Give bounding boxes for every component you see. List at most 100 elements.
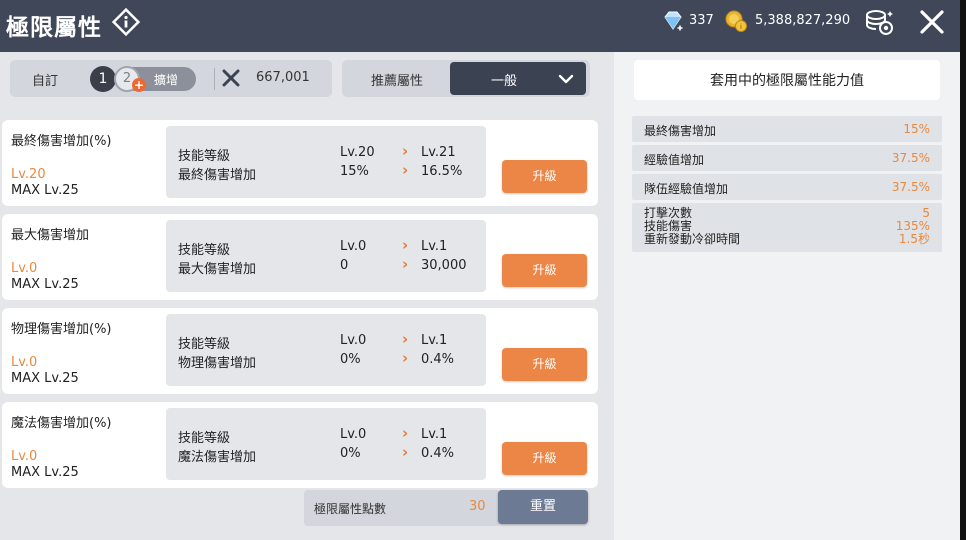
top-bar: 極限屬性 337 i 5,388,827,290 — [0, 0, 960, 52]
chevron-right-icon: › — [402, 161, 409, 179]
attribute-card-physical-damage: 物理傷害增加(%) Lv.0 MAX Lv.25 技能等級 Lv.0 › Lv.… — [2, 308, 598, 394]
svg-text:i: i — [740, 23, 742, 31]
gem-count: 337 — [689, 13, 714, 28]
stat-label: 隊伍經驗值增加 — [644, 182, 729, 196]
attribute-max-level: MAX Lv.25 — [11, 371, 79, 386]
current-value: Lv.0 — [340, 427, 367, 442]
attribute-panel: 自訂 1 2 + 擴增 667,001 推薦屬性 一般 最終傷害增加(%) Lv… — [0, 52, 614, 540]
recommend-selector: 推薦屬性 一般 — [342, 60, 590, 97]
next-value: 0.4% — [421, 446, 455, 461]
next-value: 0.4% — [421, 352, 455, 367]
attribute-card-magic-damage: 魔法傷害增加(%) Lv.0 MAX Lv.25 技能等級 Lv.0 › Lv.… — [2, 402, 598, 488]
attribute-name: 最終傷害增加(%) — [11, 134, 112, 149]
chevron-right-icon: › — [402, 255, 409, 273]
close-icon[interactable] — [918, 8, 946, 36]
stat-preview: 技能等級 Lv.0 › Lv.1 物理傷害增加 0% › 0.4% — [166, 314, 486, 386]
attribute-points: 極限屬性點數 30 — [304, 490, 500, 526]
attribute-level: Lv.0 — [11, 355, 38, 370]
attribute-level: Lv.20 — [11, 167, 46, 182]
coin-stack-icon[interactable] — [862, 5, 896, 39]
current-value: Lv.0 — [340, 333, 367, 348]
attribute-name: 物理傷害增加(%) — [11, 322, 112, 337]
reset-button[interactable]: 重置 — [498, 490, 588, 524]
chevron-right-icon: › — [402, 443, 409, 461]
attribute-level: Lv.0 — [11, 261, 38, 276]
attribute-name: 魔法傷害增加(%) — [11, 416, 112, 431]
applied-stats-header: 套用中的極限屬性能力值 — [634, 60, 940, 100]
applied-stats-panel: 套用中的極限屬性能力值 最終傷害增加 15% 經驗值增加 37.5% 隊伍經驗值… — [614, 52, 960, 540]
attribute-max-level: MAX Lv.25 — [11, 183, 79, 198]
next-value: 16.5% — [421, 164, 463, 179]
current-value: 0% — [340, 352, 361, 367]
stat-value: 37.5% — [891, 180, 930, 194]
next-value: Lv.1 — [421, 239, 448, 254]
current-value: Lv.0 — [340, 239, 367, 254]
next-value: 30,000 — [421, 258, 467, 273]
upgrade-button[interactable]: 升級 — [502, 442, 587, 475]
stat-preview: 技能等級 Lv.0 › Lv.1 魔法傷害增加 0% › 0.4% — [166, 408, 486, 480]
chevron-right-icon: › — [402, 424, 409, 442]
attribute-card-final-damage: 最終傷害增加(%) Lv.20 MAX Lv.25 技能等級 Lv.20 › L… — [2, 120, 598, 206]
attribute-level: Lv.0 — [11, 449, 38, 464]
row-label: 最終傷害增加 — [178, 168, 257, 183]
current-value: 0 — [340, 258, 349, 273]
attribute-max-level: MAX Lv.25 — [11, 277, 79, 292]
combat-power-value: 667,001 — [256, 70, 310, 85]
app-root: 極限屬性 337 i 5,388,827,290 自訂 1 2 + 擴增 667… — [0, 0, 966, 540]
preset-selector: 自訂 1 2 + 擴增 667,001 — [10, 60, 332, 97]
chevron-right-icon: › — [402, 142, 409, 160]
stat-label: 重新發動冷卻時間 — [644, 232, 741, 246]
row-label: 技能等級 — [178, 243, 231, 258]
page-title: 極限屬性 — [6, 15, 102, 41]
points-label: 極限屬性點數 — [314, 502, 387, 516]
row-label: 物理傷害增加 — [178, 356, 257, 371]
current-value: 0% — [340, 446, 361, 461]
next-value: Lv.21 — [421, 145, 456, 160]
stat-label: 最終傷害增加 — [644, 124, 717, 138]
gem-icon[interactable] — [661, 9, 685, 33]
plus-icon: + — [132, 78, 146, 92]
recommend-dropdown[interactable]: 一般 — [450, 62, 586, 95]
gold-count: 5,388,827,290 — [755, 13, 851, 28]
row-label: 最大傷害增加 — [178, 262, 257, 277]
screen-edge — [960, 0, 966, 540]
recommend-label: 推薦屬性 — [371, 74, 424, 89]
next-value: Lv.1 — [421, 333, 448, 348]
stat-label: 經驗值增加 — [644, 153, 705, 167]
current-value: 15% — [340, 164, 369, 179]
upgrade-button[interactable]: 升級 — [502, 160, 587, 193]
divider — [214, 68, 215, 90]
stat-value: 1.5秒 — [898, 232, 930, 246]
row-label: 技能等級 — [178, 337, 231, 352]
preset-slot-1[interactable]: 1 — [90, 66, 116, 92]
upgrade-button[interactable]: 升級 — [502, 348, 587, 381]
expand-label: 擴增 — [154, 73, 179, 87]
chevron-right-icon: › — [402, 349, 409, 367]
stat-value: 15% — [903, 122, 930, 136]
applied-stat-row: 隊伍經驗值增加 37.5% — [632, 174, 942, 200]
applied-stat-group: 打擊次數 5 技能傷害 135% 重新發動冷卻時間 1.5秒 — [632, 203, 942, 252]
applied-stats-title: 套用中的極限屬性能力值 — [710, 73, 864, 89]
chevron-right-icon: › — [402, 330, 409, 348]
attribute-card-max-damage: 最大傷害增加 Lv.0 MAX Lv.25 技能等級 Lv.0 › Lv.1 最… — [2, 214, 598, 300]
row-label: 技能等級 — [178, 431, 231, 446]
applied-stat-row: 經驗值增加 37.5% — [632, 145, 942, 171]
gold-coin-icon: i — [725, 10, 747, 32]
current-value: Lv.20 — [340, 145, 375, 160]
stat-value: 37.5% — [891, 151, 930, 165]
stat-preview: 技能等級 Lv.0 › Lv.1 最大傷害增加 0 › 30,000 — [166, 220, 486, 292]
next-value: Lv.1 — [421, 427, 448, 442]
expand-button[interactable]: 2 + 擴增 — [114, 66, 196, 92]
chevron-down-icon — [558, 74, 574, 84]
info-icon[interactable] — [112, 8, 140, 36]
row-label: 魔法傷害增加 — [178, 450, 257, 465]
dropdown-value: 一般 — [491, 74, 518, 89]
crossed-swords-icon — [222, 69, 240, 87]
row-label: 技能等級 — [178, 149, 231, 164]
attribute-list[interactable]: 最終傷害增加(%) Lv.20 MAX Lv.25 技能等級 Lv.20 › L… — [0, 120, 602, 536]
applied-stat-row: 最終傷害增加 15% — [632, 116, 942, 142]
upgrade-button[interactable]: 升級 — [502, 254, 587, 287]
chevron-right-icon: › — [402, 236, 409, 254]
attribute-name: 最大傷害增加 — [11, 228, 90, 243]
preset-label: 自訂 — [32, 74, 59, 89]
